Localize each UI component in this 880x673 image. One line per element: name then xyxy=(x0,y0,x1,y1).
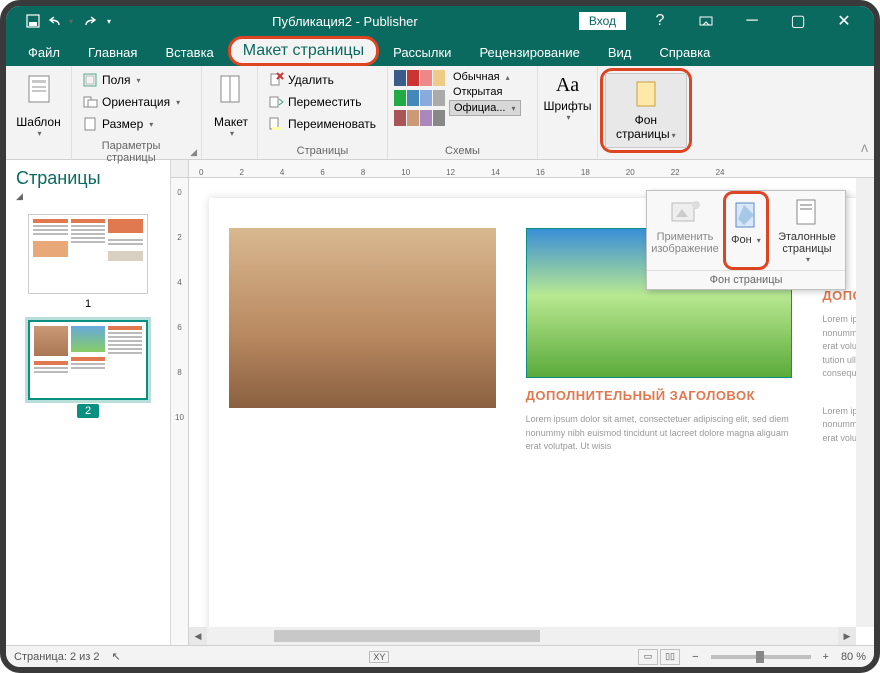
template-icon xyxy=(25,74,53,113)
popup-apply-image: Применить изображение xyxy=(647,191,723,270)
popup-master-pages[interactable]: Эталонные страницы ▾ xyxy=(769,191,845,270)
rename-button[interactable]: Переименовать xyxy=(264,114,380,134)
tab-help[interactable]: Справка xyxy=(645,39,724,66)
tab-page-layout[interactable]: Макет страницы xyxy=(228,36,379,66)
status-bar: Страница: 2 из 2 ↖ XY ▭ ▯▯ − + 80 % xyxy=(6,645,874,667)
schemes-group-label: Схемы xyxy=(445,145,480,157)
rename-icon xyxy=(268,116,284,132)
popup-background[interactable]: Фон ▾ xyxy=(726,194,766,252)
scheme-colors[interactable] xyxy=(394,70,445,128)
template-button[interactable]: Шаблон ▾ xyxy=(12,70,65,142)
template-label: Шаблон xyxy=(16,115,60,129)
scheme-open[interactable]: Открытая xyxy=(449,85,521,99)
photo-library[interactable] xyxy=(229,228,496,408)
ruler-vertical: 0246810 xyxy=(171,178,189,645)
page-params-group-label: Параметры страницы xyxy=(76,140,186,164)
tab-mailings[interactable]: Рассылки xyxy=(379,39,465,66)
scrollbar-vertical[interactable] xyxy=(856,178,874,627)
measurement-indicator: XY xyxy=(369,651,389,663)
background-icon xyxy=(730,200,762,232)
body-text-1[interactable]: Lorem ipsum dolor sit amet, consectetuer… xyxy=(526,413,793,454)
ribbon: Шаблон ▾ Поля▾ Ориентация▾ Размер▾ Парам… xyxy=(6,66,874,160)
minimize-button[interactable]: ─ xyxy=(730,6,774,36)
scrollbar-horizontal[interactable]: ◀ ▶ xyxy=(189,627,856,645)
body-text-2[interactable]: Lorem ipsum dolor sit amet, consectetuer… xyxy=(822,313,856,381)
scroll-left-button[interactable]: ◀ xyxy=(189,627,207,645)
page-background-button[interactable]: Фон страницы▾ xyxy=(605,73,687,148)
page-thumb-1[interactable]: 1 xyxy=(28,214,148,310)
fonts-icon: Aa xyxy=(556,74,579,97)
login-button[interactable]: Вход xyxy=(579,12,626,30)
size-button[interactable]: Размер▾ xyxy=(78,114,184,134)
apply-image-icon xyxy=(669,197,701,229)
window-title: Публикация2 - Publisher xyxy=(111,14,579,29)
delete-icon xyxy=(268,72,284,88)
undo-button[interactable]: ▾ xyxy=(49,9,73,33)
margins-button[interactable]: Поля▾ xyxy=(78,70,184,90)
close-button[interactable]: ✕ xyxy=(822,6,866,36)
page-thumb-2[interactable]: 2 xyxy=(28,320,148,418)
delete-button[interactable]: Удалить xyxy=(264,70,380,90)
ruler-horizontal: 024681012141618202224 xyxy=(189,160,874,178)
page-background-icon xyxy=(633,80,659,113)
ribbon-tabs: Файл Главная Вставка Макет страницы Расс… xyxy=(6,36,874,66)
pages-group-label: Страницы xyxy=(297,145,349,157)
zoom-out-button[interactable]: − xyxy=(692,651,698,663)
layout-icon xyxy=(217,74,245,113)
ribbon-options-button[interactable] xyxy=(684,6,728,36)
scheme-normal[interactable]: Обычная▴ xyxy=(449,70,521,84)
scroll-h-thumb[interactable] xyxy=(274,630,541,642)
orientation-button[interactable]: Ориентация▾ xyxy=(78,92,184,112)
master-pages-icon xyxy=(791,197,823,229)
view-two-page-button[interactable]: ▯▯ xyxy=(660,649,680,665)
pages-panel: Страницы ◢ 1 2 xyxy=(6,160,171,645)
background-popup: Применить изображение Фон ▾ Эталонные ст… xyxy=(646,190,846,290)
ribbon-collapse-button[interactable]: ᐱ xyxy=(861,144,868,155)
tab-review[interactable]: Рецензирование xyxy=(465,39,593,66)
page-indicator[interactable]: Страница: 2 из 2 xyxy=(14,651,100,663)
cursor-icon: ↖ xyxy=(112,650,121,663)
scheme-official[interactable]: Официа...▾ xyxy=(449,100,521,116)
scroll-right-button[interactable]: ▶ xyxy=(838,627,856,645)
zoom-slider[interactable] xyxy=(711,655,811,659)
page-params-dialog-launcher[interactable]: ◢ xyxy=(190,147,197,158)
move-icon xyxy=(268,94,284,110)
tab-insert[interactable]: Вставка xyxy=(151,39,227,66)
redo-button[interactable] xyxy=(77,9,101,33)
zoom-in-button[interactable]: + xyxy=(823,651,829,663)
help-button[interactable]: ? xyxy=(638,6,682,36)
pages-panel-collapse[interactable]: ◢ xyxy=(6,191,170,208)
move-button[interactable]: Переместить xyxy=(264,92,380,112)
title-bar: ▾ ▾ Публикация2 - Publisher Вход ? ─ ▢ ✕ xyxy=(6,6,874,36)
zoom-level[interactable]: 80 % xyxy=(841,651,866,663)
layout-button[interactable]: Макет ▾ xyxy=(208,70,254,142)
fonts-button[interactable]: Aa Шрифты ▾ xyxy=(544,70,591,126)
fonts-label: Шрифты xyxy=(543,99,591,113)
body-text-3[interactable]: Lorem ipsum dolor sit amet, consectetuer… xyxy=(822,405,856,446)
popup-footer: Фон страницы xyxy=(647,270,845,289)
thumb-1-number: 1 xyxy=(85,298,91,310)
heading-2[interactable]: ДОПОЛНИТЕЛЬНЫЙ ЗАГОЛОВОК xyxy=(822,288,856,303)
tab-home[interactable]: Главная xyxy=(74,39,151,66)
maximize-button[interactable]: ▢ xyxy=(776,6,820,36)
view-single-button[interactable]: ▭ xyxy=(638,649,658,665)
heading-1[interactable]: ДОПОЛНИТЕЛЬНЫЙ ЗАГОЛОВОК xyxy=(526,388,793,403)
save-button[interactable] xyxy=(21,9,45,33)
tab-view[interactable]: Вид xyxy=(594,39,646,66)
size-icon xyxy=(82,116,98,132)
thumb-2-number: 2 xyxy=(77,404,99,418)
margins-icon xyxy=(82,72,98,88)
layout-label: Макет xyxy=(214,115,248,129)
ruler-corner xyxy=(171,160,189,178)
tab-file[interactable]: Файл xyxy=(14,39,74,66)
orientation-icon xyxy=(82,94,98,110)
